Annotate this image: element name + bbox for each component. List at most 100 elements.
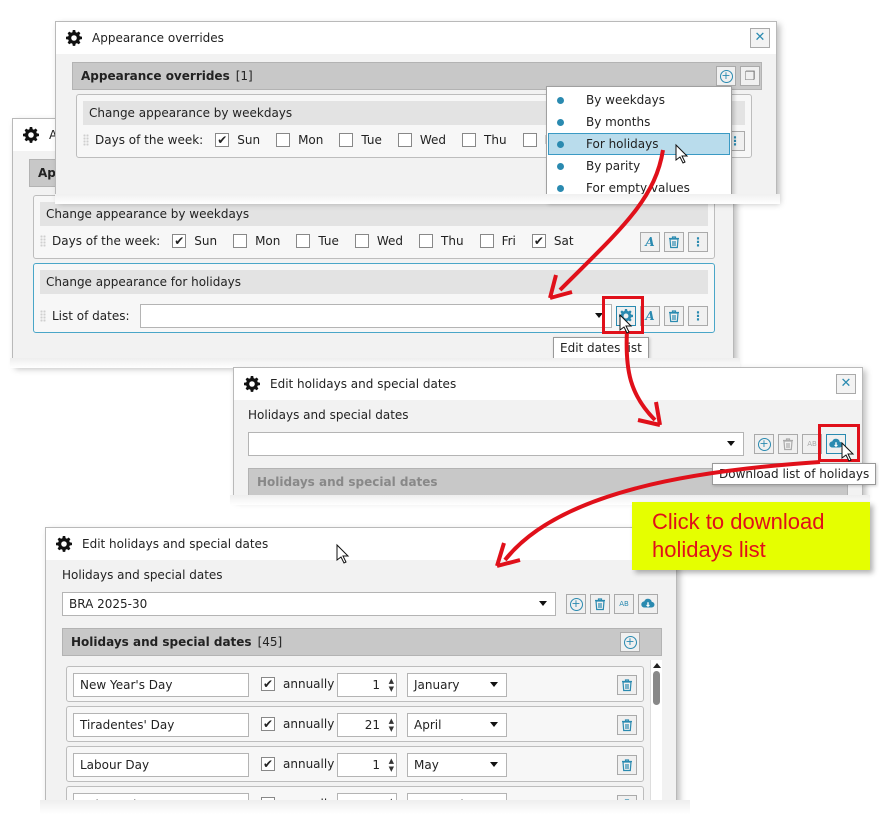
spinner-arrows-icon[interactable]: ▲▼ <box>384 757 394 773</box>
day-checkbox-fri[interactable] <box>479 234 494 248</box>
weekday-override-card: Change appearance by weekdays Days of th… <box>33 195 715 259</box>
scroll-up-arrow[interactable] <box>652 663 661 668</box>
annually-checkbox[interactable]: ✔ <box>261 757 275 771</box>
copy-button[interactable]: ❐ <box>740 66 760 86</box>
holiday-row: Tiradentes' Day ✔ annually 21 ▲ ▼ April <box>66 706 644 742</box>
holidays-list: New Year's Day ✔ annually 1 ▲ ▼ January Tiraden… <box>46 660 656 810</box>
annually-checkbox[interactable]: ✔ <box>261 677 275 691</box>
group-header: Holidays and special dates [45] <box>62 628 662 656</box>
dialog-title: Edit holidays and special dates <box>270 377 457 391</box>
close-button[interactable]: ✕ <box>750 28 770 48</box>
highlight-edit-dates-button <box>602 296 644 334</box>
section-label: Holidays and special dates <box>62 568 223 582</box>
days-label: Days of the week: <box>95 133 204 147</box>
annually-label: annually <box>283 677 335 691</box>
day-checkbox-fri[interactable] <box>522 133 537 147</box>
day-checkbox-wed[interactable] <box>397 133 412 147</box>
holiday-name-input[interactable]: Tiradentes' Day <box>73 713 249 737</box>
delete-button[interactable] <box>664 232 684 252</box>
delete-button[interactable] <box>664 306 684 326</box>
torn-edge <box>55 194 780 204</box>
menu-item-by-months[interactable]: By months <box>548 111 730 133</box>
day-checkbox-sat[interactable]: ✔ <box>531 234 546 248</box>
day-checkbox-sun[interactable]: ✔ <box>215 133 230 147</box>
drag-handle[interactable] <box>40 310 46 322</box>
day-label: Sat <box>553 234 574 248</box>
menu-item-by-weekdays[interactable]: By weekdays <box>548 89 730 111</box>
section-label: Holidays and special dates <box>248 408 409 422</box>
day-checkbox-thu[interactable] <box>419 234 434 248</box>
holidays-set-combo[interactable]: BRA 2025-30 <box>62 592 556 616</box>
dialog-titlebar: Edit holidays and special dates <box>234 368 862 400</box>
format-button[interactable]: A <box>640 232 660 252</box>
plus-circle-icon: + <box>623 634 637 649</box>
highlight-download-button <box>818 424 860 462</box>
spinner-arrows-icon[interactable]: ▲▼ <box>384 677 394 693</box>
spinner-arrows-icon[interactable]: ▲▼ <box>384 717 394 733</box>
add-set-button[interactable]: + <box>754 434 774 454</box>
month-combo[interactable]: May <box>407 753 507 777</box>
add-set-button[interactable]: + <box>566 594 586 614</box>
card-header: Change appearance for holidays <box>40 270 708 294</box>
menu-item-for-holidays[interactable]: For holidays <box>548 133 730 155</box>
bullet-icon <box>557 96 564 104</box>
day-label: Sun <box>194 234 218 248</box>
holidays-set-combo[interactable] <box>248 432 744 456</box>
day-checkbox-thu[interactable] <box>462 133 477 147</box>
drag-handle[interactable] <box>83 134 89 146</box>
month-combo[interactable]: January <box>407 673 507 697</box>
day-checkbox-tue[interactable] <box>296 234 311 248</box>
menu-item-label: For empty values <box>586 181 690 195</box>
edit-dates-list-tooltip: Edit dates list <box>553 337 649 359</box>
dialog-titlebar: Edit holidays and special dates <box>46 528 676 560</box>
close-icon: ✕ <box>840 376 852 391</box>
drag-handle[interactable] <box>40 235 46 247</box>
chevron-down-icon <box>490 762 498 767</box>
scrollbar[interactable] <box>650 660 662 810</box>
more-vertical-icon: ⋮ <box>692 309 704 323</box>
annually-checkbox[interactable]: ✔ <box>261 717 275 731</box>
menu-item-label: By months <box>586 115 651 129</box>
more-button[interactable]: ⋮ <box>688 306 708 326</box>
add-override-button[interactable]: + <box>716 66 736 86</box>
delete-holiday-button[interactable] <box>617 755 637 775</box>
add-holiday-button[interactable]: + <box>620 632 640 652</box>
callout-line-2: holidays list <box>652 537 766 562</box>
delete-holiday-button[interactable] <box>617 675 637 695</box>
trash-icon <box>669 310 679 323</box>
day-checkbox-mon[interactable] <box>233 234 248 248</box>
rename-set-button[interactable]: AB <box>614 594 634 614</box>
download-holidays-button[interactable] <box>638 594 658 614</box>
day-spinner[interactable]: 1 ▲ ▼ <box>337 753 397 777</box>
menu-item-by-parity[interactable]: By parity <box>548 155 730 177</box>
menu-item-label: For holidays <box>586 137 659 151</box>
day-checkbox-wed[interactable] <box>354 234 369 248</box>
day-spinner[interactable]: 21 ▲ ▼ <box>337 713 397 737</box>
day-checkbox-sun[interactable]: ✔ <box>172 234 187 248</box>
list-of-dates-combo[interactable] <box>139 304 612 328</box>
plus-circle-icon: + <box>757 436 771 451</box>
close-icon: ✕ <box>754 30 766 45</box>
delete-holiday-button[interactable] <box>617 715 637 735</box>
delete-set-button[interactable] <box>590 594 610 614</box>
trash-icon <box>622 719 632 732</box>
bullet-icon <box>557 118 564 126</box>
day-label: Tue <box>361 133 382 147</box>
holiday-name-input[interactable]: New Year's Day <box>73 673 249 697</box>
chevron-down-icon <box>490 722 498 727</box>
format-icon: A <box>645 235 655 249</box>
holiday-name-input[interactable]: Labour Day <box>73 753 249 777</box>
day-checkbox-tue[interactable] <box>339 133 354 147</box>
delete-set-button[interactable] <box>778 434 798 454</box>
day-label: Thu <box>441 234 464 248</box>
day-spinner[interactable]: 1 ▲ ▼ <box>337 673 397 697</box>
close-button[interactable]: ✕ <box>836 374 856 394</box>
day-checkbox-mon[interactable] <box>276 133 291 147</box>
scroll-thumb[interactable] <box>653 671 660 705</box>
dialog-titlebar: Appearance overrides <box>56 22 776 54</box>
bullet-icon <box>557 162 564 170</box>
day-value: 1 <box>372 678 380 692</box>
bullet-icon <box>557 140 564 148</box>
more-button[interactable]: ⋮ <box>688 232 708 252</box>
month-combo[interactable]: April <box>407 713 507 737</box>
